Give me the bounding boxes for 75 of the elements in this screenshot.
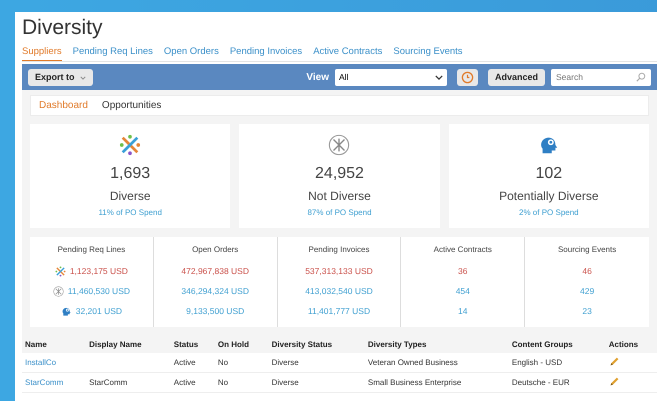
tab[interactable]: Active Contracts xyxy=(313,46,382,61)
stat-count: 24,952 xyxy=(315,165,364,183)
metric-heading: Sourcing Events xyxy=(558,245,616,254)
stat-count: 102 xyxy=(535,165,562,183)
metric-value[interactable]: 429 xyxy=(580,286,594,296)
subtab[interactable]: Opportunities xyxy=(102,100,162,111)
metric-value[interactable]: 537,313,133 USD xyxy=(305,266,373,276)
clock-icon xyxy=(460,70,474,84)
metric-value[interactable]: 9,133,500 USD xyxy=(186,306,244,316)
column-header[interactable]: Diversity Types xyxy=(364,336,509,353)
caret-icon xyxy=(80,76,86,80)
table-cell: No xyxy=(218,358,228,367)
table-cell: Active xyxy=(174,378,196,387)
metric-value[interactable]: 11,460,530 USD xyxy=(68,286,130,296)
column-header[interactable]: Display Name xyxy=(86,336,171,353)
spend-link[interactable]: 2% of PO Spend xyxy=(519,208,579,217)
chevron-icon xyxy=(434,74,443,80)
table-cell: Diverse xyxy=(272,358,299,367)
column-header[interactable]: Diversity Status xyxy=(268,336,365,353)
export-button[interactable]: Export to xyxy=(28,68,93,86)
metric-value[interactable]: 11,401,777 USD xyxy=(308,306,370,316)
metric-heading: Pending Invoices xyxy=(308,245,370,254)
metric-heading: Pending Req Lines xyxy=(58,245,126,254)
tab[interactable]: Sourcing Events xyxy=(393,46,463,61)
tab[interactable]: Suppliers xyxy=(22,46,62,61)
tab[interactable]: Open Orders xyxy=(164,46,219,61)
metric-value[interactable]: 32,201 USD xyxy=(76,306,122,316)
pencil-icon[interactable] xyxy=(608,356,620,367)
column-header[interactable]: Content Groups xyxy=(508,336,606,353)
metric-heading: Active Contracts xyxy=(434,245,492,254)
crossed-circle-icon xyxy=(52,286,64,296)
column-header[interactable]: Status xyxy=(170,336,215,353)
tab[interactable]: Pending Req Lines xyxy=(72,46,153,61)
history-button[interactable] xyxy=(456,68,478,86)
pencil-icon[interactable] xyxy=(608,376,620,387)
stat-label: Diverse xyxy=(110,189,150,203)
metric-value[interactable]: 14 xyxy=(458,306,468,316)
tab[interactable]: Pending Invoices xyxy=(230,46,302,61)
advanced-button[interactable]: Advanced xyxy=(488,68,545,86)
metric-value[interactable]: 36 xyxy=(458,266,468,276)
metric-value[interactable]: 454 xyxy=(456,286,470,296)
column-header[interactable]: On Hold xyxy=(214,336,269,353)
supplier-link[interactable]: StarComm xyxy=(25,378,64,387)
metric-value[interactable]: 46 xyxy=(582,266,592,276)
view-label: View xyxy=(306,72,329,82)
diversity-icon xyxy=(54,266,66,276)
table-cell: English - USD xyxy=(512,358,562,367)
stat-label: Not Diverse xyxy=(308,189,371,203)
diversity-icon xyxy=(119,134,142,156)
metric-value[interactable]: 413,032,540 USD xyxy=(305,286,373,296)
spend-link[interactable]: 87% of PO Spend xyxy=(307,208,372,217)
subtab[interactable]: Dashboard xyxy=(39,100,88,111)
table-cell: Diverse xyxy=(272,378,299,387)
table-cell: Active xyxy=(174,358,196,367)
metric-value[interactable]: 1,123,175 USD xyxy=(70,266,128,276)
table-cell: No xyxy=(218,378,228,387)
metric-value[interactable]: 472,967,838 USD xyxy=(181,266,249,276)
column-header[interactable]: Name xyxy=(22,336,86,353)
column-header[interactable]: Actions xyxy=(606,336,657,353)
spend-link[interactable]: 11% of PO Spend xyxy=(98,208,162,217)
stat-count: 1,693 xyxy=(110,165,150,183)
table-cell: StarComm xyxy=(89,378,128,387)
page-title: Diversity xyxy=(22,15,104,40)
crossed-circle-icon xyxy=(328,134,350,156)
view-dropdown[interactable]: All xyxy=(334,68,447,86)
metric-value[interactable]: 23 xyxy=(582,306,592,316)
table-cell: Small Business Enterprise xyxy=(368,378,462,387)
stat-label: Potentially Diverse xyxy=(499,189,598,203)
search-field[interactable]: Search xyxy=(551,68,651,86)
metric-heading: Open Orders xyxy=(192,245,238,254)
search-icon xyxy=(636,72,646,82)
metric-value[interactable]: 346,294,324 USD xyxy=(181,286,249,296)
supplier-link[interactable]: InstallCo xyxy=(25,358,56,367)
table-cell: Veteran Owned Business xyxy=(368,358,458,367)
table-cell: Deutsche - EUR xyxy=(512,378,570,387)
